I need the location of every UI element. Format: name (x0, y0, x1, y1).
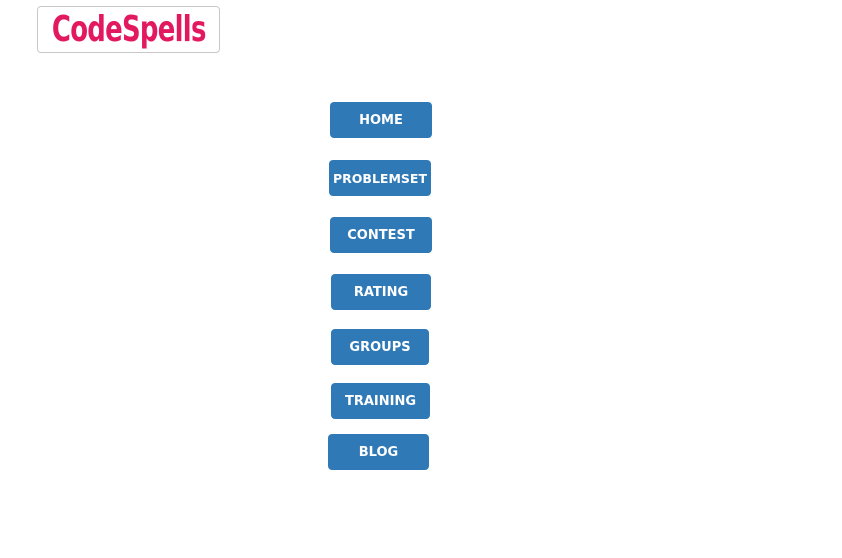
training-button-label: TRAINING (344, 393, 417, 409)
codespells-logo[interactable]: CodeSpells (37, 6, 220, 53)
problemset-button[interactable]: PROBLEMSET (329, 160, 431, 196)
page: CodeSpells HOME PROBLEMSET CONTEST RATIN… (0, 0, 842, 558)
groups-button[interactable]: GROUPS (331, 329, 429, 365)
groups-button-label: GROUPS (349, 339, 411, 355)
blog-button[interactable]: BLOG (328, 434, 429, 470)
home-button-label: HOME (359, 112, 403, 128)
problemset-button-label: PROBLEMSET (333, 170, 427, 186)
contest-button-label: CONTEST (347, 227, 415, 243)
logo-text: CodeSpells (51, 8, 206, 50)
rating-button[interactable]: RATING (331, 274, 431, 310)
training-button[interactable]: TRAINING (331, 383, 430, 419)
rating-button-label: RATING (353, 284, 409, 300)
contest-button[interactable]: CONTEST (330, 217, 432, 253)
home-button[interactable]: HOME (330, 102, 432, 138)
blog-button-label: BLOG (358, 444, 399, 460)
